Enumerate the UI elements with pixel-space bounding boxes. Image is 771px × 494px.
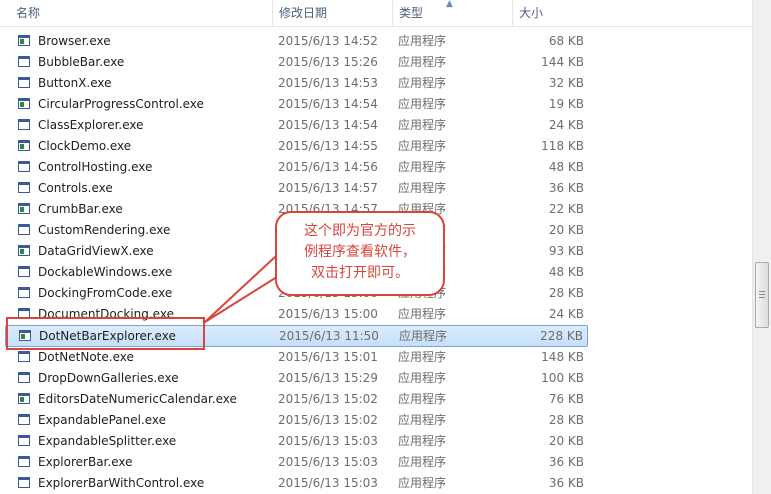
callout-line-3: 双击打开即可。: [311, 265, 409, 281]
annotation-callout: 这个即为官方的示 例程序查看软件， 双击打开即可。: [275, 211, 445, 296]
callout-line-2: 例程序查看软件，: [304, 244, 416, 260]
callout-line-1: 这个即为官方的示: [304, 223, 416, 239]
